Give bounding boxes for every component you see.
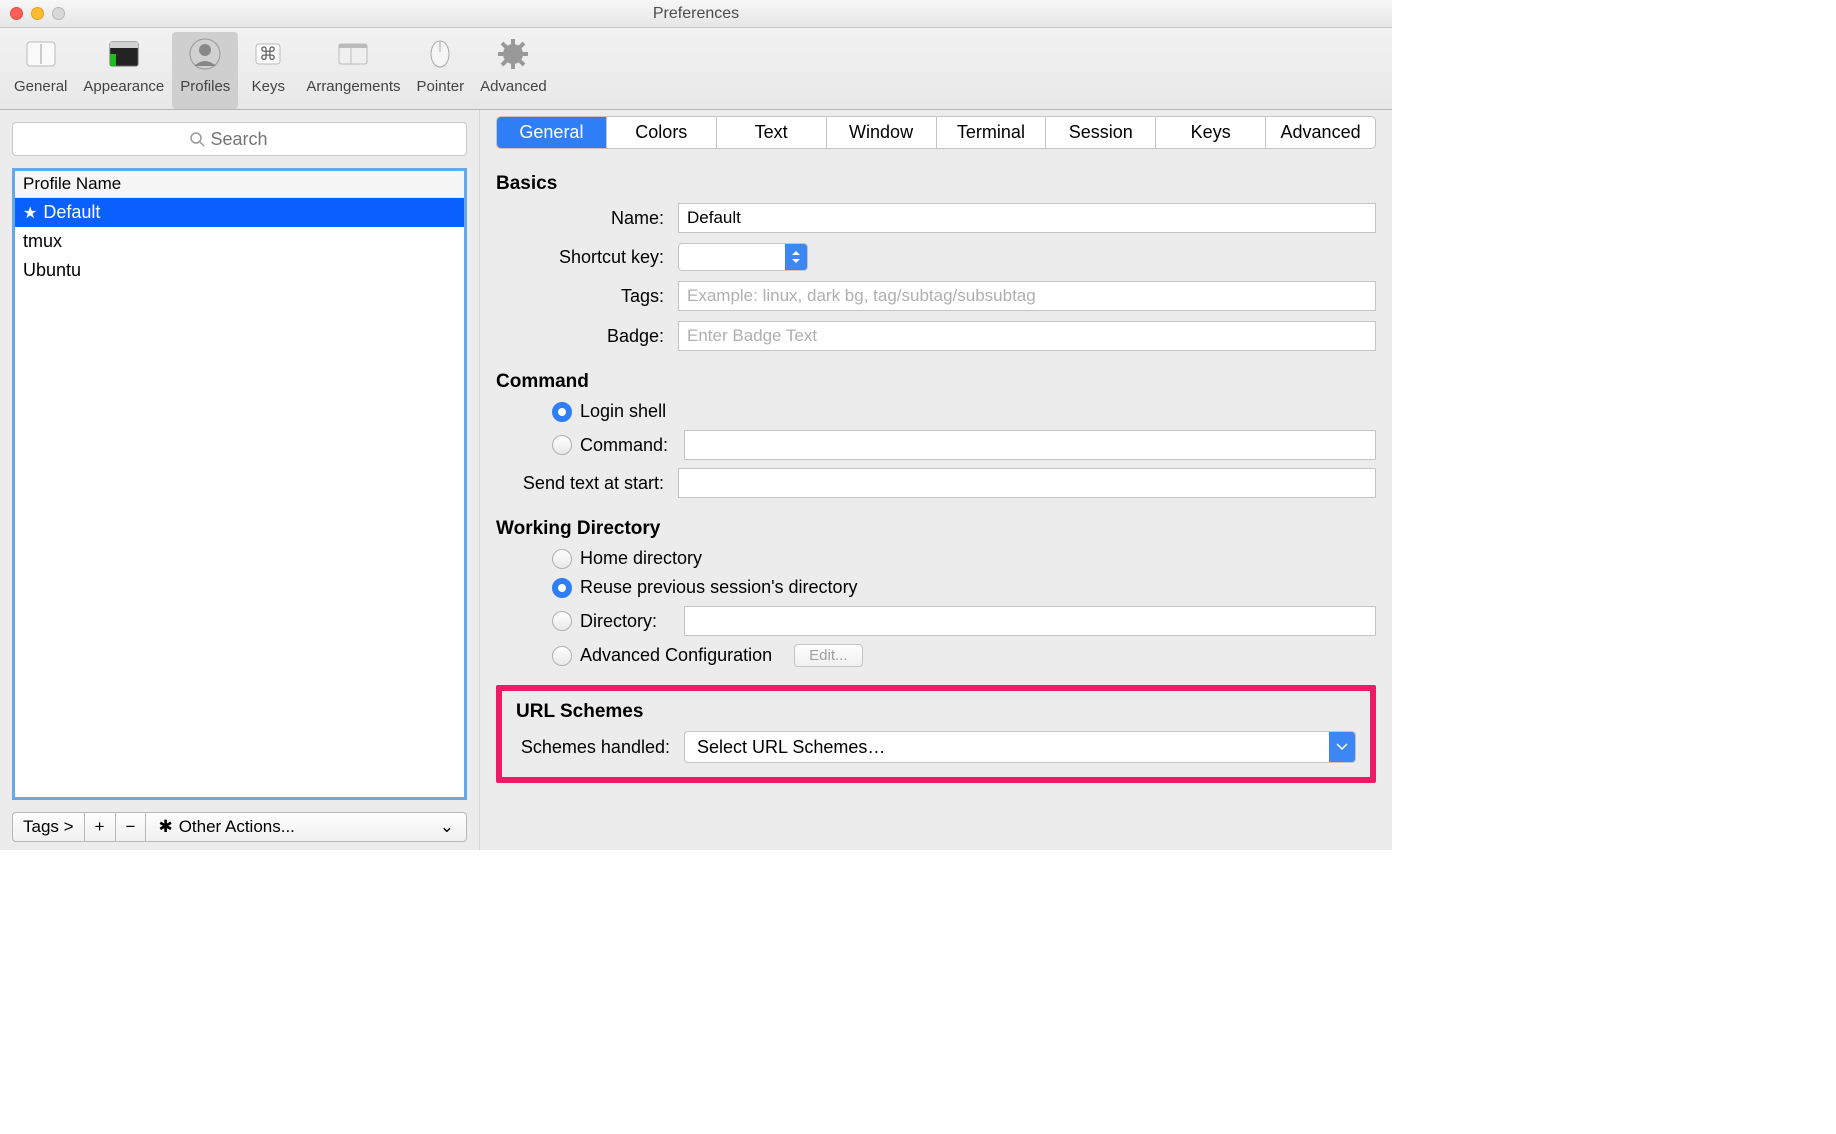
star-icon: ★ (23, 203, 37, 223)
keys-icon: ⌘ (248, 34, 288, 74)
profile-list: Profile Name ★ Default tmux Ubuntu (12, 168, 467, 800)
svg-text:⌘: ⌘ (259, 44, 277, 64)
search-field[interactable] (12, 122, 467, 156)
gear-small-icon: ✱ (158, 817, 172, 836)
shortcut-dropdown[interactable] (678, 243, 808, 271)
tab-window[interactable]: Window (827, 117, 937, 148)
toolbar-arrangements[interactable]: Arrangements (298, 32, 408, 109)
profile-row-tmux[interactable]: tmux (15, 227, 464, 256)
toolbar-pointer[interactable]: Pointer (409, 32, 473, 109)
name-input[interactable] (678, 203, 1376, 233)
toolbar-profiles[interactable]: Profiles (172, 32, 238, 109)
tab-keys[interactable]: Keys (1156, 117, 1266, 148)
home-dir-label: Home directory (580, 548, 702, 569)
other-actions-menu[interactable]: ✱Other Actions... ⌄ (146, 812, 467, 842)
profiles-icon (185, 34, 225, 74)
tags-label: Tags: (496, 286, 678, 307)
login-shell-radio[interactable] (552, 402, 572, 422)
toolbar-appearance[interactable]: Appearance (75, 32, 172, 109)
directory-input[interactable] (684, 606, 1376, 636)
zoom-window-button[interactable] (52, 7, 65, 20)
chevron-down-icon: ⌄ (440, 817, 454, 837)
tags-button[interactable]: Tags > (12, 812, 85, 842)
url-schemes-dropdown[interactable]: Select URL Schemes… (684, 731, 1356, 763)
remove-profile-button[interactable]: − (116, 812, 147, 842)
gear-icon (493, 34, 533, 74)
command-label: Command: (580, 435, 676, 456)
home-dir-radio[interactable] (552, 549, 572, 569)
reuse-dir-label: Reuse previous session's directory (580, 577, 858, 598)
toolbar-advanced[interactable]: Advanced (472, 32, 555, 109)
search-icon (189, 131, 205, 147)
toolbar-keys[interactable]: ⌘ Keys (238, 32, 298, 109)
titlebar: Preferences (0, 0, 1392, 28)
reuse-dir-radio[interactable] (552, 578, 572, 598)
send-text-label: Send text at start: (496, 473, 678, 494)
name-label: Name: (496, 208, 678, 229)
advanced-config-radio[interactable] (552, 646, 572, 666)
tab-advanced[interactable]: Advanced (1266, 117, 1375, 148)
add-profile-button[interactable]: + (85, 812, 116, 842)
schemes-handled-label: Schemes handled: (516, 737, 684, 758)
tab-terminal[interactable]: Terminal (937, 117, 1047, 148)
edit-button[interactable]: Edit... (794, 644, 862, 667)
send-text-input[interactable] (678, 468, 1376, 498)
command-heading: Command (496, 371, 1376, 393)
command-radio[interactable] (552, 435, 572, 455)
window-title: Preferences (653, 5, 739, 23)
tab-text[interactable]: Text (717, 117, 827, 148)
search-input[interactable] (211, 129, 291, 150)
badge-label: Badge: (496, 326, 678, 347)
toolbar: General Appearance Profiles ⌘ Keys Arran… (0, 28, 1392, 110)
chevron-down-icon (1329, 732, 1355, 762)
pointer-icon (420, 34, 460, 74)
directory-label: Directory: (580, 611, 676, 632)
url-schemes-heading: URL Schemes (516, 701, 1356, 723)
updown-caret-icon (785, 244, 807, 270)
tags-input[interactable] (678, 281, 1376, 311)
url-schemes-highlight: URL Schemes Schemes handled: Select URL … (496, 685, 1376, 783)
toolbar-general[interactable]: General (6, 32, 75, 109)
shortcut-label: Shortcut key: (496, 247, 678, 268)
login-shell-label: Login shell (580, 401, 666, 422)
profile-list-header[interactable]: Profile Name (15, 171, 464, 198)
advanced-config-label: Advanced Configuration (580, 645, 772, 666)
close-window-button[interactable] (10, 7, 23, 20)
basics-heading: Basics (496, 173, 1376, 195)
tab-session[interactable]: Session (1046, 117, 1156, 148)
badge-input[interactable] (678, 321, 1376, 351)
arrangements-icon (333, 34, 373, 74)
general-icon (21, 34, 61, 74)
profile-row-ubuntu[interactable]: Ubuntu (15, 256, 464, 285)
directory-radio[interactable] (552, 611, 572, 631)
tab-colors[interactable]: Colors (607, 117, 717, 148)
minimize-window-button[interactable] (31, 7, 44, 20)
profile-row-default[interactable]: ★ Default (15, 198, 464, 227)
command-input[interactable] (684, 430, 1376, 460)
appearance-icon (104, 34, 144, 74)
tab-general[interactable]: General (497, 117, 607, 148)
profile-tabs: General Colors Text Window Terminal Sess… (496, 116, 1376, 149)
working-dir-heading: Working Directory (496, 518, 1376, 540)
